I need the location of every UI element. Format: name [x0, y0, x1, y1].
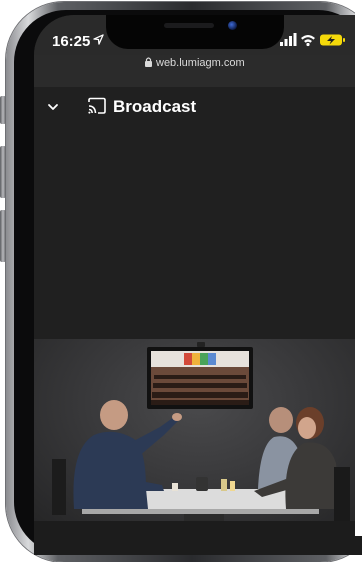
front-camera	[228, 21, 237, 30]
location-arrow-icon	[93, 34, 104, 45]
url-text: web.lumiagm.com	[156, 57, 245, 69]
chevron-down-icon[interactable]	[47, 101, 59, 113]
broadcast-video[interactable]	[34, 339, 362, 521]
speaker-grille	[164, 23, 214, 28]
cast-icon[interactable]	[87, 97, 107, 115]
content-area	[34, 131, 362, 339]
phone-screen: 16:25 web.lumiagm.com Broadcast	[34, 15, 362, 555]
wifi-icon	[301, 35, 315, 47]
app-bar: Broadcast	[34, 87, 362, 131]
signal-icon	[280, 33, 297, 46]
browser-url-bar[interactable]: web.lumiagm.com	[34, 55, 362, 87]
person-left	[100, 400, 128, 430]
volume-up-button	[0, 146, 6, 198]
status-icons	[280, 33, 345, 47]
person-right-man	[269, 407, 293, 433]
page-title: Broadcast	[113, 97, 197, 116]
bottom-area	[34, 521, 362, 555]
notch	[106, 15, 284, 49]
status-bar: 16:25	[34, 15, 362, 55]
meeting-room-video	[52, 342, 350, 521]
status-time: 16:25	[52, 33, 91, 50]
mute-switch	[0, 96, 6, 124]
battery-charging-icon	[320, 34, 345, 46]
camera-bar	[197, 342, 205, 347]
volume-down-button	[0, 210, 6, 262]
page-edge	[355, 0, 362, 536]
lock-icon	[145, 57, 152, 67]
